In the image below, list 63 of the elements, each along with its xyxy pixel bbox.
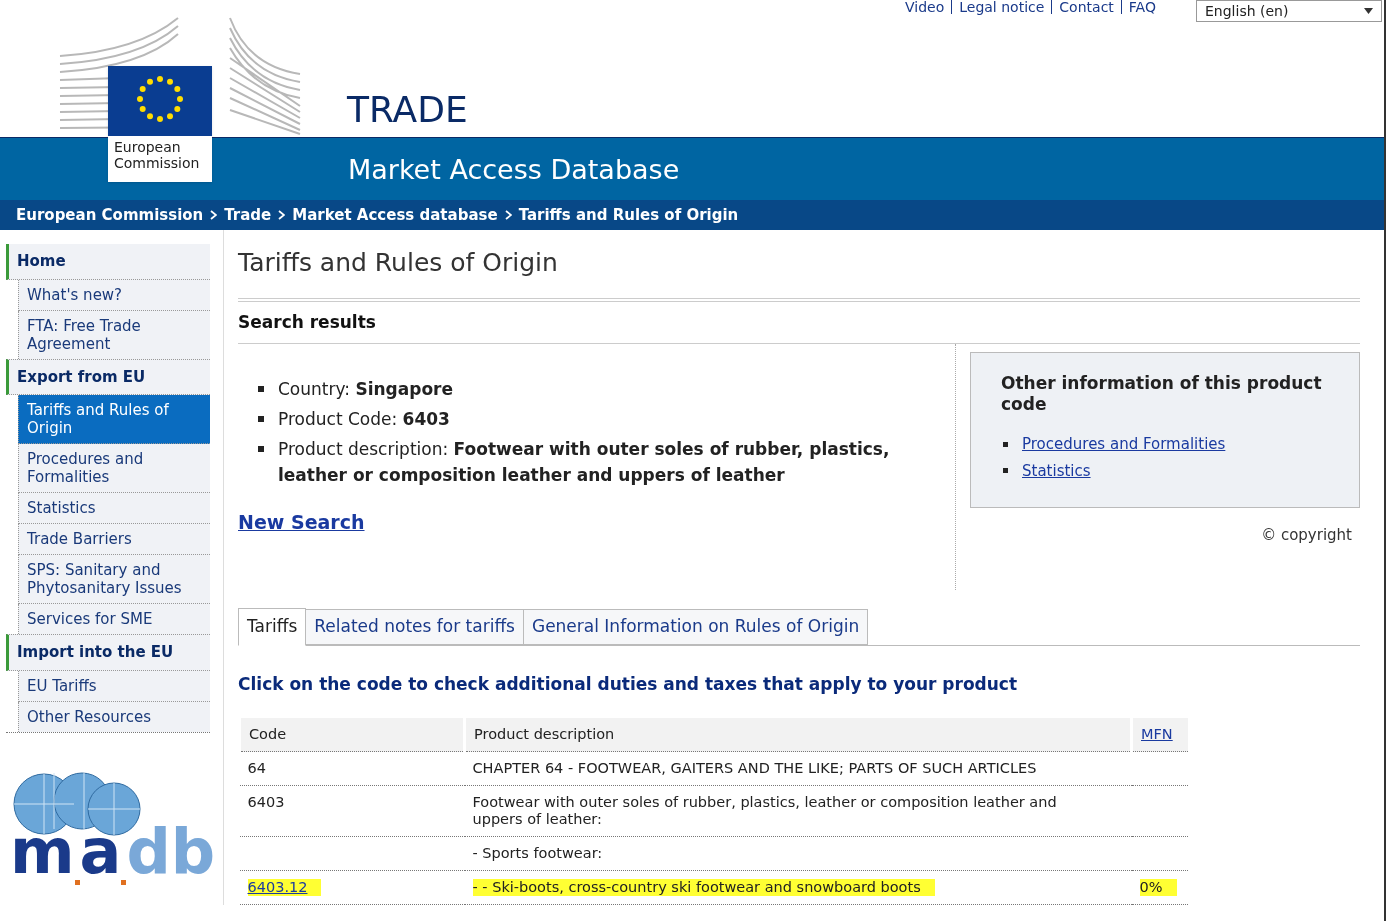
language-select[interactable]: English (en): [1196, 0, 1382, 22]
bullet-icon: [258, 446, 264, 452]
info-link[interactable]: Procedures and Formalities: [1022, 433, 1226, 456]
top-link[interactable]: FAQ: [1128, 0, 1156, 14]
tab[interactable]: Related notes for tariffs: [306, 609, 524, 645]
top-link[interactable]: Legal notice: [959, 0, 1045, 14]
instruction-text: Click on the code to check additional duties and taxes that apply to your product: [238, 673, 1019, 696]
bullet-icon: [1003, 441, 1008, 447]
info-link[interactable]: Statistics: [1022, 459, 1091, 482]
sidebar-item[interactable]: Trade Barriers: [18, 524, 210, 555]
bullet-icon: [1003, 468, 1008, 474]
bullet-icon: [258, 416, 264, 422]
table-cell: 0%: [1139, 879, 1177, 897]
eu-flag-icon: [108, 66, 212, 136]
table-cell-text: 6403: [247, 794, 286, 812]
sidebar-item[interactable]: SPS: Sanitary and Phytosanitary Issues: [18, 555, 210, 604]
column-header: Code: [249, 725, 287, 742]
header-subtitle: Market Access Database: [348, 153, 680, 187]
page-title: Tariffs and Rules of Origin: [238, 247, 559, 279]
criteria-text: Product Code: 6403: [278, 408, 450, 431]
section-title: Search results: [238, 301, 1360, 344]
logo-letters: a: [79, 820, 122, 883]
criteria-text: Country: Singapore: [278, 378, 453, 401]
top-link[interactable]: Contact: [1059, 0, 1114, 14]
sidebar-section[interactable]: Import into the EU: [6, 634, 210, 671]
table-cell: - - Ski-boots, cross-country ski footwear and snowboard boots: [472, 879, 935, 897]
bullet-icon: [258, 386, 264, 392]
breadcrumb-link[interactable]: Tariffs and Rules of Origin: [518, 203, 739, 227]
sidebar-item[interactable]: Other Resources: [18, 701, 210, 732]
column-header[interactable]: MFN: [1141, 725, 1173, 742]
dropdown-arrow-icon: [1364, 8, 1373, 14]
column-header: Product description: [474, 725, 615, 742]
criteria-text: Product description: Footwear with outer soles of rubber, plastics, leather or composition leather and uppers of leather: [278, 438, 891, 487]
table-cell-text: CHAPTER 64 - FOOTWEAR, GAITERS AND THE LIKE; PARTS OF SUCH ARTICLES: [472, 760, 1038, 778]
table-cell-text: 64: [247, 760, 267, 778]
tab[interactable]: Tariffs: [238, 608, 307, 646]
tab[interactable]: General Information on Rules of Origin: [523, 609, 869, 645]
sidebar-item[interactable]: What's new?: [18, 279, 210, 311]
logo-text: European Commission: [113, 138, 201, 171]
sidebar-item[interactable]: Tariffs and Rules of Origin: [18, 395, 210, 444]
breadcrumb-link[interactable]: European Commission: [16, 203, 204, 227]
new-search-link[interactable]: New Search: [238, 508, 365, 537]
logo-letters: m: [10, 820, 75, 883]
chevron-icon: [210, 210, 218, 220]
sidebar-item[interactable]: FTA: Free Trade Agreement: [18, 310, 210, 359]
sidebar-item[interactable]: Statistics: [18, 493, 210, 524]
chevron-icon: [504, 210, 512, 220]
sidebar-item[interactable]: EU Tariffs: [18, 670, 210, 702]
table-cell[interactable]: 6403.12: [247, 879, 322, 897]
breadcrumb-link[interactable]: Trade: [224, 203, 272, 227]
breadcrumb-link[interactable]: Market Access database: [292, 203, 498, 227]
top-link[interactable]: Video: [905, 0, 945, 14]
sidebar-section[interactable]: Export from EU: [6, 358, 210, 395]
table-cell-text: - Sports footwear:: [472, 845, 604, 863]
table-cell-text: Footwear with outer soles of rubber, plastics, leather or composition leather and uppers of leather:: [472, 794, 1058, 829]
logo-letters: db: [126, 820, 216, 883]
info-box-title: Other information of this product code: [1001, 373, 1323, 415]
sidebar-section[interactable]: Home: [6, 244, 210, 280]
sidebar-item[interactable]: Services for SME: [18, 604, 210, 634]
copyright-text: © copyright: [1261, 525, 1353, 546]
chevron-icon: [278, 210, 286, 220]
sidebar-item[interactable]: Procedures and Formalities: [18, 444, 210, 493]
trade-title: TRADE: [347, 92, 468, 128]
